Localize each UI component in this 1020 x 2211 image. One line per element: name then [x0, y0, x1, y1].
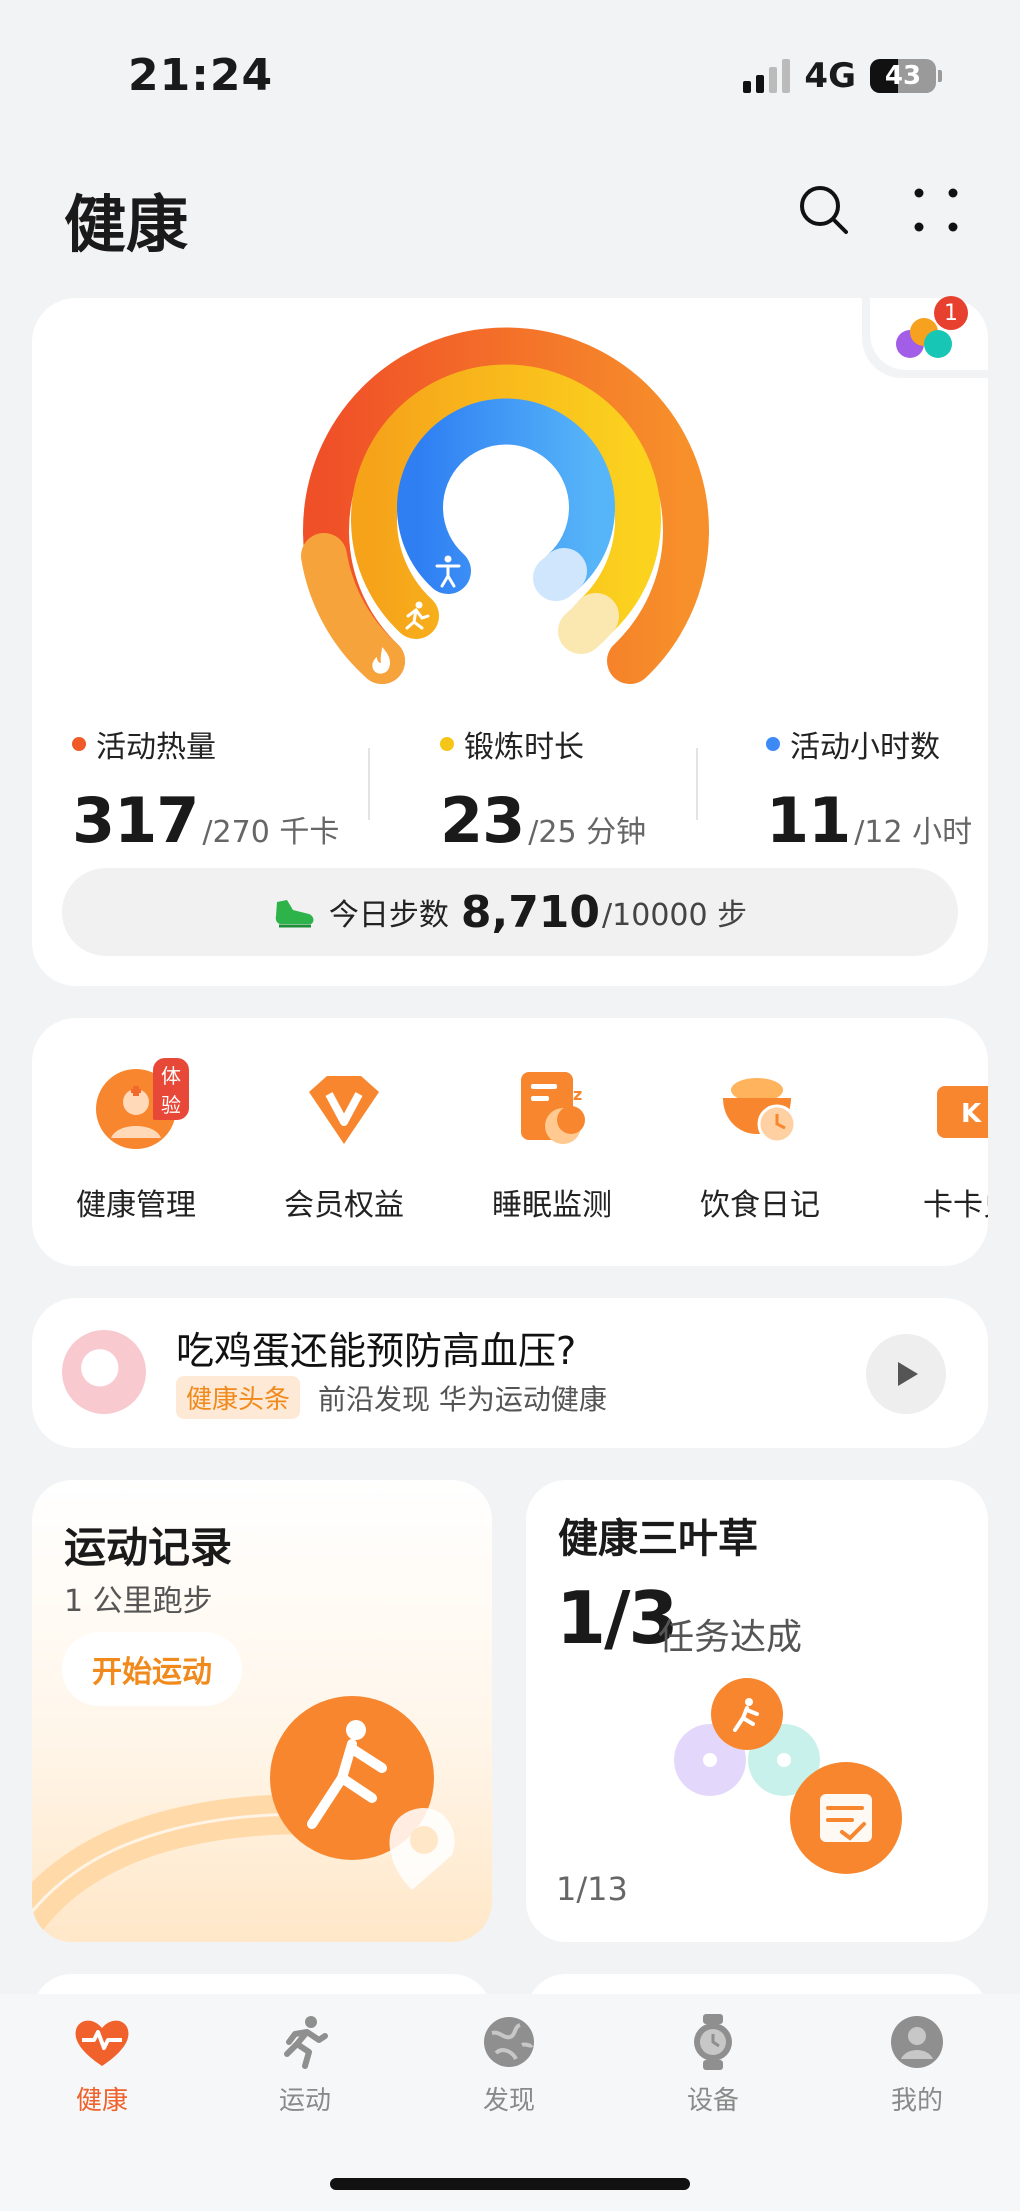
activity-rings	[301, 327, 709, 684]
tab-exercise[interactable]: 运动	[235, 2014, 375, 2117]
service-label: 饮食日记	[700, 1188, 820, 1223]
status-indicators: 4G 43	[743, 56, 942, 96]
diet-icon	[715, 1064, 805, 1154]
svg-text:z: z	[573, 1085, 582, 1104]
play-icon	[898, 1362, 918, 1386]
tab-label: 发现	[482, 2086, 535, 2116]
services-card: 体验 健康管理 会员权益 z 睡眠监测 饮食日记 K 卡卡兑	[32, 1018, 988, 1266]
profile-icon	[889, 2014, 945, 2070]
calories-label: 活动热量	[96, 730, 216, 765]
service-sleep[interactable]: z 睡眠监测	[462, 1064, 642, 1224]
clover-illustration	[674, 1678, 902, 1874]
exercise-goal: /25 分钟	[528, 815, 647, 850]
exercise-label: 锻炼时长	[464, 730, 584, 765]
start-exercise-button[interactable]: 开始运动	[62, 1632, 242, 1706]
card-icon: K	[923, 1064, 988, 1154]
battery-icon: 43	[870, 59, 942, 93]
calories-dot	[72, 737, 86, 751]
sleep-icon: z	[507, 1064, 597, 1154]
calories-value: 317	[72, 784, 199, 857]
stand-metric[interactable]: 活动小时数 11/12 小时	[766, 722, 972, 857]
clover-title: 健康三叶草	[558, 1516, 758, 1562]
calories-goal: /270 千卡	[202, 815, 340, 850]
clover-progress-text: 任务达成	[658, 1617, 803, 1658]
vip-icon	[299, 1064, 389, 1154]
health-manager-icon: 体验	[91, 1058, 189, 1154]
service-label: 会员权益	[284, 1188, 404, 1223]
sport-subtitle: 1 公里跑步	[64, 1584, 213, 1619]
sport-title: 运动记录	[64, 1523, 233, 1572]
home-indicator	[330, 2178, 690, 2190]
steps-label: 今日步数	[328, 898, 449, 933]
tab-label: 设备	[686, 2086, 739, 2116]
stand-dot	[766, 737, 780, 751]
news-source: 前沿发现 华为运动健康	[318, 1383, 607, 1416]
stand-value: 11	[766, 784, 851, 857]
battery-level: 43	[884, 61, 922, 91]
stand-label: 活动小时数	[790, 730, 940, 765]
divider	[368, 748, 370, 820]
search-icon[interactable]	[794, 180, 854, 240]
shoe-icon	[275, 900, 314, 928]
app-shortcut-button[interactable]	[870, 298, 988, 370]
signal-icon	[743, 59, 791, 93]
more-icon[interactable]	[906, 180, 966, 240]
tab-me[interactable]: 我的	[847, 2014, 987, 2117]
play-button[interactable]	[866, 1334, 946, 1414]
colorful-dots-icon	[896, 318, 952, 358]
exercise-dot	[440, 737, 454, 751]
svg-text:K: K	[961, 1099, 982, 1129]
tab-label: 健康	[75, 2086, 128, 2116]
service-card[interactable]: K 卡卡兑	[878, 1064, 988, 1224]
service-label: 健康管理	[76, 1188, 196, 1223]
runner-icon	[277, 2014, 333, 2070]
news-thumbnail	[62, 1330, 146, 1414]
notification-badge: 1	[934, 296, 968, 330]
service-vip[interactable]: 会员权益	[254, 1064, 434, 1224]
exercise-metric[interactable]: 锻炼时长 23/25 分钟	[440, 722, 646, 857]
network-type: 4G	[804, 56, 856, 96]
service-diet[interactable]: 饮食日记	[670, 1064, 850, 1224]
page-title: 健康	[64, 188, 189, 261]
clover-page-indicator: 1/13	[556, 1870, 628, 1908]
tab-label: 我的	[890, 2086, 943, 2116]
status-time: 21:24	[128, 50, 274, 101]
globe-icon	[481, 2014, 537, 2070]
tab-label: 运动	[278, 2086, 331, 2116]
exercise-value: 23	[440, 784, 525, 857]
service-label: 卡卡兑	[923, 1188, 988, 1223]
steps-goal: /10000 步	[602, 898, 748, 933]
track-illustration	[32, 1696, 455, 1942]
news-title[interactable]: 吃鸡蛋还能预防高血压?	[176, 1320, 576, 1375]
tab-health[interactable]: 健康	[32, 2014, 172, 2117]
steps-value: 8,710	[460, 886, 601, 938]
news-tag: 健康头条	[176, 1376, 301, 1419]
calories-metric[interactable]: 活动热量 317/270 千卡	[72, 722, 339, 857]
tab-devices[interactable]: 设备	[643, 2014, 783, 2117]
divider	[696, 748, 698, 820]
steps-bar[interactable]: 今日步数 8,710/10000 步	[62, 868, 958, 956]
heart-pulse-icon	[74, 2014, 130, 2070]
service-tag: 体验	[153, 1058, 189, 1120]
service-label: 睡眠监测	[492, 1188, 612, 1223]
watch-icon	[685, 2014, 741, 2070]
service-health-manager[interactable]: 体验 健康管理	[46, 1058, 226, 1224]
tab-discover[interactable]: 发现	[439, 2014, 579, 2117]
stand-goal: /12 小时	[854, 815, 973, 850]
